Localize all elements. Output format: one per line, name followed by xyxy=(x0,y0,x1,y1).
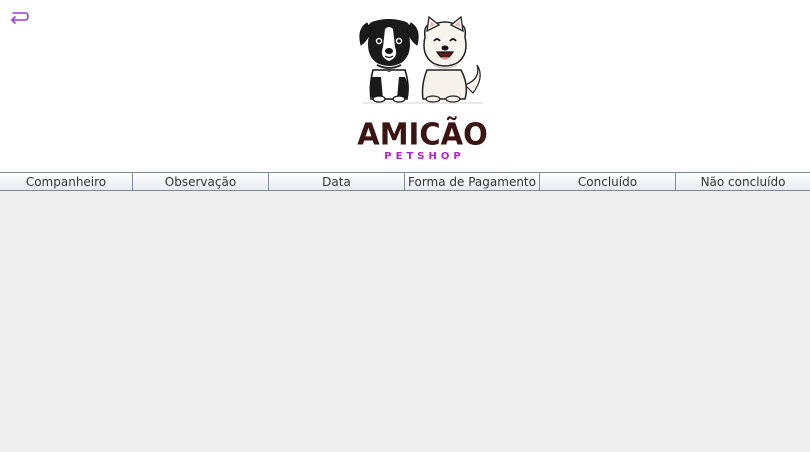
return-arrow-icon xyxy=(11,12,29,24)
back-button[interactable] xyxy=(8,8,32,28)
table-header: Companheiro Observação Data Forma de Pag… xyxy=(0,172,810,191)
amicao-petshop-logo: AMICÃO PETSHOP xyxy=(355,15,490,162)
column-header-nao-concluido[interactable]: Não concluído xyxy=(676,173,810,190)
column-header-concluido[interactable]: Concluído xyxy=(540,173,676,190)
dogs-illustration-icon xyxy=(359,15,483,104)
logo-subtitle: PETSHOP xyxy=(384,151,465,162)
column-header-observacao[interactable]: Observação xyxy=(133,173,269,190)
column-header-companheiro[interactable]: Companheiro xyxy=(0,173,133,190)
column-header-forma-pagamento[interactable]: Forma de Pagamento xyxy=(405,173,540,190)
table-body[interactable] xyxy=(0,191,810,452)
logo-title: AMICÃO xyxy=(357,116,488,152)
column-header-data[interactable]: Data xyxy=(269,173,405,190)
header: AMICÃO PETSHOP xyxy=(0,0,810,172)
